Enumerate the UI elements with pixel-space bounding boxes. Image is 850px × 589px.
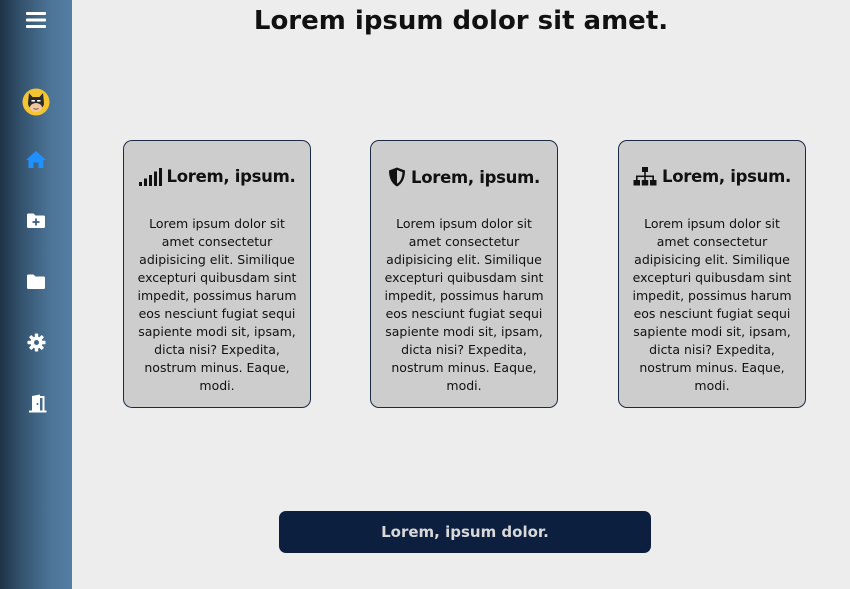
card-header: Lorem, ipsum.: [619, 167, 805, 186]
card-text: Lorem ipsum dolor sit amet consectetur a…: [632, 216, 792, 393]
folder-icon: [27, 274, 45, 289]
sidebar-item-logout[interactable]: [0, 383, 72, 423]
shield-icon: [389, 167, 405, 187]
door-exit-icon: [28, 394, 46, 412]
card-text: Lorem ipsum dolor sit amet consectetur a…: [384, 216, 544, 393]
sidebar-item-home[interactable]: [0, 139, 72, 179]
feature-card: Lorem, ipsum. Lorem ipsum dolor sit amet…: [618, 140, 806, 408]
folder-plus-icon: [27, 213, 45, 228]
home-icon: [26, 150, 46, 168]
menu-button[interactable]: [0, 0, 72, 40]
card-title: Lorem, ipsum.: [411, 167, 540, 187]
feature-card: Lorem, ipsum. Lorem ipsum dolor sit amet…: [123, 140, 311, 408]
sidebar: [0, 0, 72, 589]
cta-button[interactable]: Lorem, ipsum dolor.: [279, 511, 651, 553]
card-text: Lorem ipsum dolor sit amet consectetur a…: [137, 216, 297, 393]
avatar-batman-icon: [22, 88, 50, 116]
card-title: Lorem, ipsum.: [166, 167, 296, 186]
avatar[interactable]: [0, 82, 72, 122]
menu-icon: [26, 12, 46, 28]
page-title: Lorem ipsum dolor sit amet.: [253, 6, 669, 36]
feature-card: Lorem, ipsum. Lorem ipsum dolor sit amet…: [370, 140, 558, 408]
card-header: Lorem, ipsum.: [371, 167, 557, 187]
card-header: Lorem, ipsum.: [124, 167, 310, 186]
signal-bars-icon: [138, 167, 162, 186]
sitemap-icon: [633, 167, 657, 186]
sidebar-item-settings[interactable]: [0, 322, 72, 362]
sidebar-item-folder[interactable]: [0, 261, 72, 301]
gear-icon: [26, 332, 46, 352]
card-title: Lorem, ipsum.: [662, 167, 791, 186]
sidebar-item-new-folder[interactable]: [0, 200, 72, 240]
